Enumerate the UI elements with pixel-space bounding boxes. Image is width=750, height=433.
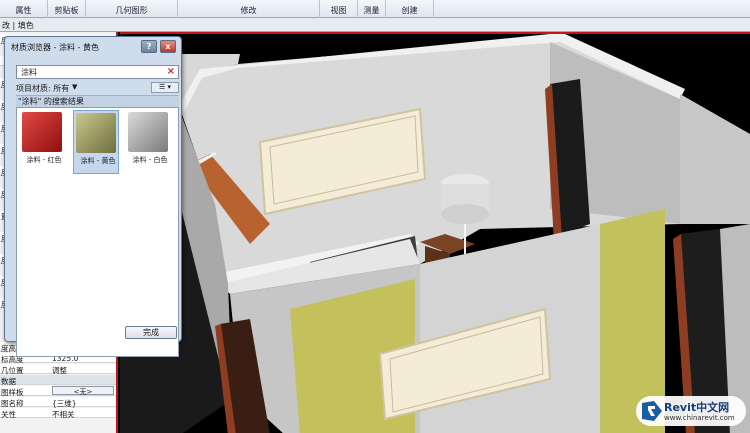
ribbon-label-create: 创建 [401,6,418,15]
property-value: 不相关 [52,410,75,419]
close-button[interactable]: x [160,40,176,53]
property-row[interactable]: 图名称 {三维} [0,397,116,408]
ribbon-label-geometry: 几何图形 [115,6,148,15]
help-button[interactable]: ? [141,40,157,53]
material-filter-dropdown[interactable]: 项目材质: 所有 [16,83,69,94]
ribbon-label-view: 视图 [330,6,347,15]
search-results-header: "涂料" 的搜索结果 [16,95,179,107]
material-label: 涂料 - 红色 [26,156,62,164]
material-label: 涂料 - 黄色 [80,157,116,165]
search-value: 涂料 [21,68,37,77]
3d-viewport[interactable] [120,32,750,433]
ribbon-group-view[interactable]: 视图 [320,0,358,18]
ribbon-group-geometry[interactable]: 几何图形 [86,0,178,18]
material-browser-dialog[interactable]: 材质浏览器 - 涂料 - 黄色 ? x 涂料 × 项目材质: 所有 ▼ ☰ ▾ … [4,36,182,357]
ribbon-group-properties[interactable]: 属性 [0,0,48,18]
material-swatch [22,112,62,152]
ribbon-label-clipboard: 剪贴板 [54,6,79,15]
ribbon-group-modify[interactable]: 修改 [178,0,320,18]
watermark: Revit中文网 www.chinarevit.com [636,396,746,426]
watermark-url: www.chinarevit.com [664,414,735,422]
options-bar: 改 | 填色 [0,18,750,32]
ribbon-group-measure[interactable]: 测量 [358,0,386,18]
ribbon-label-measure: 测量 [363,6,380,15]
material-tile-white[interactable]: 涂料 - 白色 [126,110,172,174]
search-input[interactable]: 涂料 × [16,65,179,79]
property-row[interactable]: 关性 不相关 [0,408,116,419]
view-options-button[interactable]: ☰ ▾ [151,82,179,93]
view-template-button[interactable]: <无> [52,386,114,396]
watermark-title: Revit中文网 [664,401,730,414]
material-swatch [76,113,116,153]
ribbon-label-modify: 修改 [240,6,257,15]
material-swatch [128,112,168,152]
3d-model-render [120,34,750,433]
dialog-title: 材质浏览器 - 涂料 - 黄色 [11,43,99,52]
clear-search-icon[interactable]: × [167,66,175,77]
property-row[interactable]: 数据 [0,375,116,386]
ribbon-group-clipboard[interactable]: 剪贴板 [48,0,86,18]
material-tile-yellow[interactable]: 涂料 - 黄色 [73,110,119,174]
chevron-down-icon[interactable]: ▼ [72,83,77,91]
ribbon-group-create[interactable]: 创建 [386,0,434,18]
done-button[interactable]: 完成 [125,326,177,339]
property-row[interactable]: 图样板 <无> [0,386,116,397]
material-label: 涂料 - 白色 [132,156,168,164]
material-results-list: 涂料 - 红色 涂料 - 黄色 涂料 - 白色 [16,107,179,357]
context-tab-label: 改 | 填色 [2,21,34,30]
property-row[interactable]: 几位置 调整 [0,364,116,375]
property-key: 关性 [1,410,16,419]
ribbon: 属性 剪贴板 几何图形 修改 视图 测量 创建 [0,0,750,18]
revit-logo-icon [642,401,662,421]
material-tile-red[interactable]: 涂料 - 红色 [20,110,66,174]
ribbon-label-properties: 属性 [15,6,32,15]
